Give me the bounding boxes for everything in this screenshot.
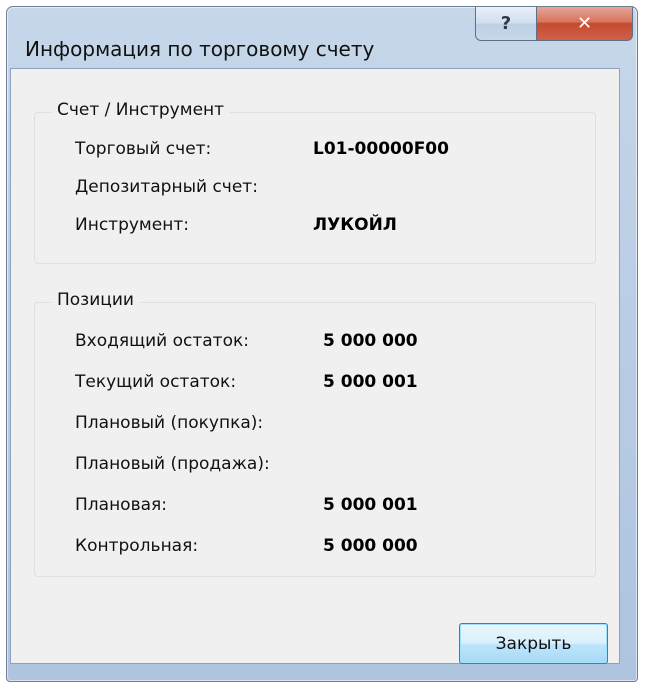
info-row: Депозитарный счет: (35, 177, 595, 203)
group-legend: Счет / Инструмент (51, 100, 231, 120)
title-bar[interactable]: Информация по торговому счету ? ✕ (7, 7, 637, 75)
help-button[interactable]: ? (475, 7, 537, 41)
current-balance-value: 5 000 001 (323, 372, 418, 392)
depository-account-label: Депозитарный счет: (75, 177, 258, 197)
caption-buttons: ? ✕ (475, 7, 633, 41)
trading-account-label: Торговый счет: (75, 139, 212, 159)
planned-value: 5 000 001 (323, 495, 418, 515)
planned-buy-label: Плановый (покупка): (75, 413, 264, 433)
window-title: Информация по торговому счету (25, 37, 375, 61)
group-legend: Позиции (51, 290, 140, 310)
info-row: Плановый (покупка): (35, 413, 595, 439)
info-row: Плановая: 5 000 001 (35, 495, 595, 521)
planned-sell-label: Плановый (продажа): (75, 454, 270, 474)
info-row: Торговый счет: L01-00000F00 (35, 139, 595, 165)
instrument-value: ЛУКОЙЛ (313, 215, 397, 235)
current-balance-label: Текущий остаток: (75, 372, 237, 392)
info-row: Инструмент: ЛУКОЙЛ (35, 215, 595, 241)
close-button[interactable]: Закрыть (459, 623, 608, 664)
info-row: Контрольная: 5 000 000 (35, 536, 595, 562)
info-row: Плановый (продажа): (35, 454, 595, 480)
info-row: Входящий остаток: 5 000 000 (35, 331, 595, 357)
control-label: Контрольная: (75, 536, 199, 556)
opening-balance-value: 5 000 000 (323, 331, 418, 351)
control-value: 5 000 000 (323, 536, 418, 556)
instrument-label: Инструмент: (75, 215, 189, 235)
info-row: Текущий остаток: 5 000 001 (35, 372, 595, 398)
trading-account-value: L01-00000F00 (313, 139, 449, 159)
positions-group: Позиции Входящий остаток: 5 000 000 Теку… (34, 290, 596, 577)
account-instrument-group: Счет / Инструмент Торговый счет: L01-000… (34, 100, 596, 264)
planned-label: Плановая: (75, 495, 167, 515)
opening-balance-label: Входящий остаток: (75, 331, 249, 351)
close-icon: ✕ (576, 13, 593, 34)
close-window-button[interactable]: ✕ (537, 7, 633, 41)
help-icon: ? (500, 13, 512, 34)
